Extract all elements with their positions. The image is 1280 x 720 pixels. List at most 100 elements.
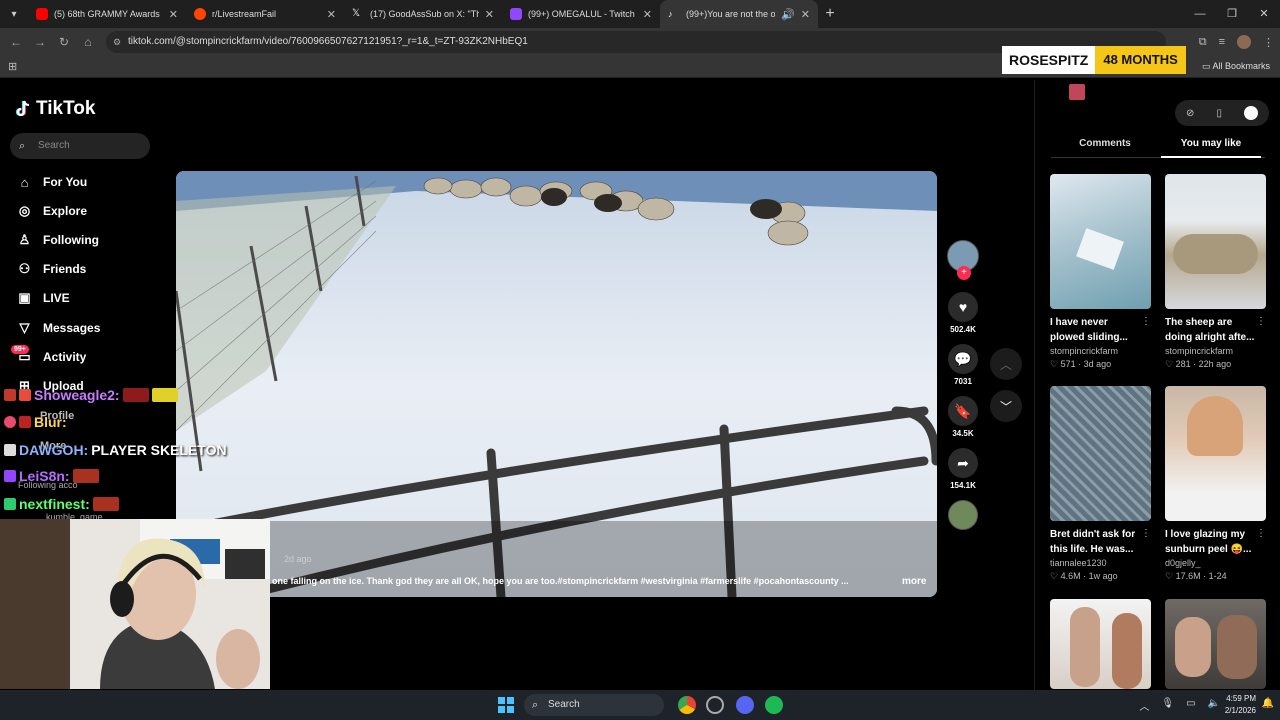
logo-text: TikTok <box>36 98 96 119</box>
sub-badge-icon <box>4 470 16 482</box>
phone-icon[interactable]: ▯ <box>1216 108 1222 119</box>
close-tab-icon[interactable]: ✕ <box>643 8 652 21</box>
profile-avatar[interactable] <box>1237 35 1251 49</box>
nav-for-you[interactable]: ⌂ For You <box>16 172 88 192</box>
video-player[interactable] <box>176 171 937 597</box>
save-button[interactable]: 🔖 34.5K <box>945 396 981 438</box>
apps-grid-icon[interactable]: ⊞ <box>8 60 17 73</box>
theme-toggle[interactable] <box>1243 106 1258 120</box>
browser-tab-x[interactable]: 𝕏 (17) GoodAssSub on X: "The G ✕ <box>344 0 502 28</box>
card-title: The sheep are doing alright afte... <box>1165 317 1255 343</box>
tiktok-search-input[interactable]: ⌕ Search <box>10 133 150 159</box>
close-tab-icon[interactable]: ✕ <box>485 8 494 21</box>
comment-button[interactable]: 💬 7031 <box>945 344 981 386</box>
taskbar-clock[interactable]: 4:59 PM 2/1/2026 <box>1225 693 1256 717</box>
chrome-icon[interactable] <box>678 696 696 714</box>
suggested-video-card[interactable] <box>1050 599 1151 689</box>
suggested-video-card[interactable] <box>1165 599 1266 689</box>
taskbar-search[interactable]: ⌕ Search <box>524 694 664 716</box>
tab-search-icon[interactable]: ▾ <box>0 0 28 28</box>
tray-chevron-icon[interactable]: ︿ <box>1139 698 1149 713</box>
emote-icon <box>72 469 99 483</box>
scroll-down-button[interactable]: ﹀ <box>990 390 1022 422</box>
suggested-video-card[interactable]: I love glazing my sunburn peel 😝... d0gj… <box>1165 386 1266 582</box>
reload-icon[interactable]: ↻ <box>52 35 76 49</box>
video-thumbnail <box>1165 599 1266 689</box>
card-username[interactable]: d0gjelly_ <box>1165 558 1266 568</box>
nav-messages[interactable]: ▽ Messages <box>16 318 101 338</box>
creator-avatar-button[interactable]: + <box>945 240 981 280</box>
emote-icon <box>92 497 119 511</box>
save-count: 34.5K <box>952 429 974 438</box>
tiktok-icon: ♪ <box>668 9 673 19</box>
card-more-icon[interactable]: ⋮ <box>1141 316 1151 327</box>
spotify-icon[interactable] <box>765 696 783 714</box>
browser-tab-twitch[interactable]: (99+) OMEGALUL - Twitch ✕ <box>502 0 660 28</box>
forward-icon[interactable]: → <box>28 35 52 49</box>
notification-icon[interactable]: 🔔 <box>1262 698 1274 709</box>
windows-start-icon[interactable] <box>498 697 514 713</box>
heart-icon: ♥ <box>948 292 978 322</box>
suggested-video-card[interactable]: I have never plowed sliding... stompincr… <box>1050 174 1151 370</box>
card-meta: ♡ 4.6M · 1w ago <box>1050 571 1118 581</box>
home-icon[interactable]: ⌂ <box>76 35 100 49</box>
caption-more-button[interactable]: more <box>902 576 926 587</box>
suggested-video-card[interactable]: The sheep are doing alright afte... stom… <box>1165 174 1266 370</box>
card-more-icon[interactable]: ⋮ <box>1256 528 1266 539</box>
share-button[interactable]: ➦ 154.1K <box>945 448 981 490</box>
tab-comments[interactable]: Comments <box>1055 138 1155 149</box>
speaker-icon[interactable]: 🔊 <box>781 8 795 21</box>
back-icon[interactable]: ← <box>4 35 28 49</box>
suggested-video-card[interactable]: Bret didn't ask for this life. He was...… <box>1050 386 1151 582</box>
close-tab-icon[interactable]: ✕ <box>169 8 178 21</box>
user-avatar-mini[interactable] <box>1069 84 1085 100</box>
site-info-icon[interactable]: ⚙ <box>113 37 121 47</box>
tiktok-logo[interactable]: TikTok <box>16 98 95 120</box>
close-tab-icon[interactable]: ✕ <box>801 8 810 21</box>
card-more-icon[interactable]: ⋮ <box>1141 528 1151 539</box>
discord-icon[interactable] <box>736 696 754 714</box>
sub-badge-icon <box>4 498 16 510</box>
browser-tab-grammys[interactable]: (5) 68th GRAMMY Awards Pre ✕ <box>28 0 186 28</box>
nav-friends[interactable]: ⚇ Friends <box>16 259 87 279</box>
new-tab-button[interactable]: + <box>818 5 842 23</box>
screen: { "browser": { "tabs": [ {"title": "(5) … <box>0 0 1280 720</box>
card-username[interactable]: stompincrickfarm <box>1165 346 1266 356</box>
chevron-down-icon: ﹀ <box>999 399 1012 414</box>
nav-following[interactable]: ♙ Following <box>16 230 99 250</box>
nav-label: Activity <box>43 350 87 364</box>
like-button[interactable]: ♥ 502.4K <box>945 292 981 334</box>
scroll-up-button[interactable]: ︿ <box>990 348 1022 380</box>
media-controls-icon[interactable]: ≡ <box>1219 36 1225 48</box>
nav-explore[interactable]: ◎ Explore <box>16 201 87 221</box>
video-thumbnail <box>1050 386 1151 521</box>
volume-icon[interactable]: 🔈 <box>1208 698 1220 713</box>
comment-count: 7031 <box>954 377 972 386</box>
browser-tab-lsf[interactable]: r/LivestreamFail ✕ <box>186 0 344 28</box>
browser-menu-icon[interactable]: ⋮ <box>1263 36 1274 49</box>
all-bookmarks-link[interactable]: ▭ All Bookmarks <box>1202 61 1270 72</box>
emote-icon <box>122 388 149 402</box>
music-disc-button[interactable] <box>945 500 981 530</box>
card-more-icon[interactable]: ⋮ <box>1256 316 1266 327</box>
network-icon[interactable]: ▭ <box>1186 698 1195 713</box>
tiktok-note-icon <box>16 100 30 117</box>
card-username[interactable]: stompincrickfarm <box>1050 346 1151 356</box>
card-meta: ♡ 17.6M · 1-24 <box>1165 571 1227 581</box>
browser-tab-tiktok[interactable]: ♪ (99+)You are not the only c 🔊 ✕ <box>660 0 818 28</box>
close-tab-icon[interactable]: ✕ <box>327 8 336 21</box>
minimize-icon[interactable]: — <box>1184 0 1216 28</box>
close-window-icon[interactable]: ✕ <box>1248 0 1280 28</box>
video-time-ago: 2d ago <box>284 554 312 564</box>
compass-small-icon[interactable]: ⊘ <box>1186 108 1194 119</box>
following-icon: ♙ <box>18 232 31 247</box>
activity-badge: 99+ <box>11 345 29 354</box>
extensions-icon[interactable]: ⧉ <box>1199 36 1207 49</box>
follow-plus-icon[interactable]: + <box>957 266 971 280</box>
nav-live[interactable]: ▣ LIVE <box>16 288 69 308</box>
settings-app-icon[interactable] <box>706 696 724 714</box>
mic-icon[interactable]: 🎙 <box>1161 698 1174 713</box>
card-username[interactable]: tiannalee1230 <box>1050 558 1151 568</box>
maximize-icon[interactable]: ❐ <box>1216 0 1248 28</box>
tab-you-may-like[interactable]: You may like <box>1161 138 1261 158</box>
